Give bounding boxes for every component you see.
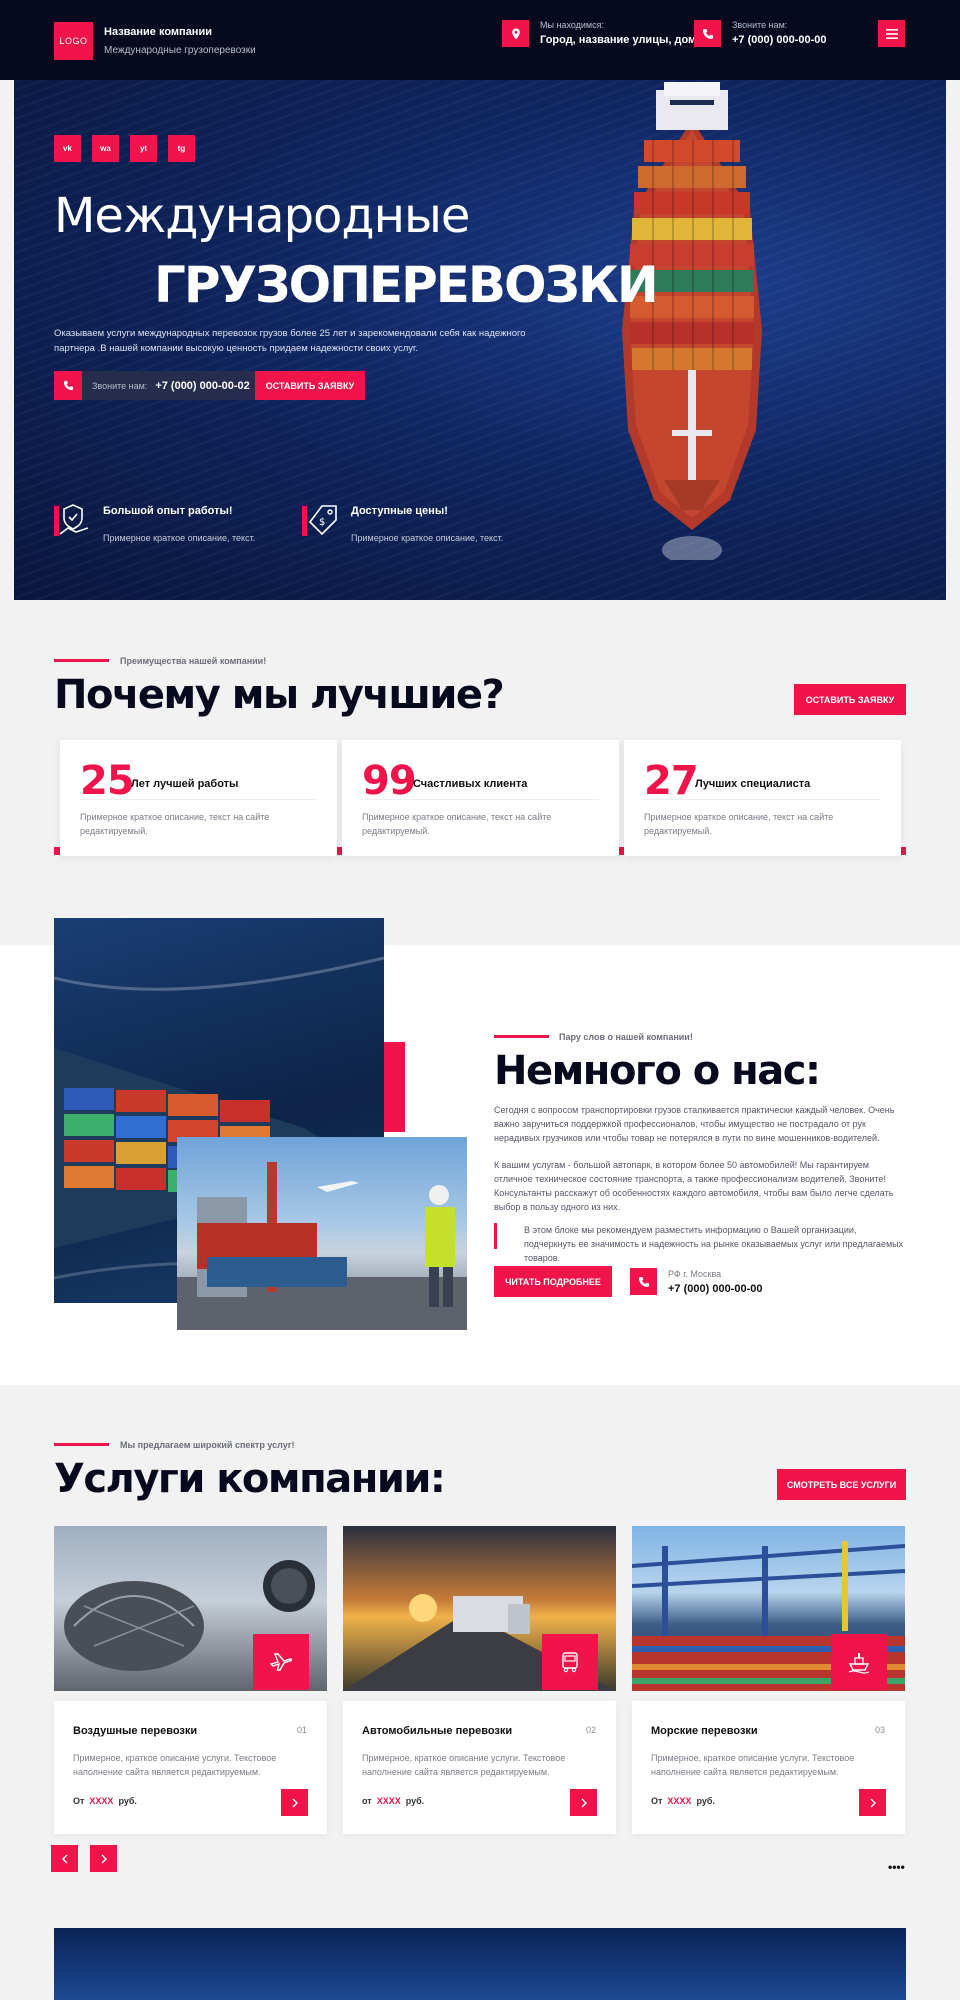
service-desc: Примерное, краткое описание услуги. Текс… xyxy=(73,1753,277,1777)
logo[interactable]: LOGO xyxy=(54,22,93,60)
why-request-button[interactable]: ОСТАВИТЬ ЗАЯВКУ xyxy=(794,684,906,715)
stat-label: Лучших специалиста xyxy=(695,778,811,790)
next-section-image xyxy=(54,1928,906,2000)
telegram-icon[interactable]: tg xyxy=(168,135,195,162)
svg-text:$: $ xyxy=(319,517,325,528)
phone-icon xyxy=(54,371,82,400)
stat-number: 99 xyxy=(362,758,417,804)
location-value: Город, название улицы, дом xyxy=(540,34,697,46)
truck-icon xyxy=(542,1634,598,1690)
service-card[interactable]: Автомобильные перевозки 02 Примерное, кр… xyxy=(343,1701,616,1834)
service-title: Автомобильные перевозки xyxy=(362,1725,513,1737)
hero-call-label: Звоните нам: xyxy=(92,380,148,391)
phone-value[interactable]: +7 (000) 000-00-00 xyxy=(732,34,826,46)
site-header: LOGO Название компании Международные гру… xyxy=(0,0,960,80)
feature-title: Большой опыт работы! xyxy=(103,505,233,517)
read-more-button[interactable]: ЧИТАТЬ ПОДРОБНЕЕ xyxy=(494,1266,612,1297)
service-desc: Примерное, краткое описание услуги. Текс… xyxy=(362,1753,566,1777)
more-dots[interactable]: •••• xyxy=(888,1860,905,1874)
service-title: Морские перевозки xyxy=(651,1725,758,1737)
service-price: От XXXX руб. xyxy=(73,1796,137,1806)
stat-desc: Примерное краткое описание, текст на сай… xyxy=(80,812,270,836)
section-accent-line xyxy=(494,1035,549,1038)
services-subtitle: Мы предлагаем широкий спектр услуг! xyxy=(120,1440,295,1450)
feature-title: Доступные цены! xyxy=(351,505,448,517)
section-accent-line xyxy=(54,1443,109,1446)
about-accent-block xyxy=(384,1042,405,1132)
chevron-right-icon[interactable] xyxy=(570,1789,597,1816)
about-quote: В этом блоке мы рекомендуем разместить и… xyxy=(524,1225,904,1263)
about-phone[interactable]: +7 (000) 000-00-00 xyxy=(668,1283,762,1295)
service-card[interactable]: Воздушные перевозки 01 Примерное, кратко… xyxy=(54,1701,327,1834)
whatsapp-icon[interactable]: wa xyxy=(92,135,119,162)
location-pin-icon xyxy=(502,20,529,47)
chevron-right-icon[interactable] xyxy=(281,1789,308,1816)
about-paragraph: Сегодня с вопросом транспортировки грузо… xyxy=(494,1105,895,1143)
service-card[interactable]: Морские перевозки 03 Примерное, краткое … xyxy=(632,1701,905,1834)
company-subtitle: Международные грузоперевозки xyxy=(104,45,256,56)
phone-icon xyxy=(694,20,721,47)
slider-next-button[interactable] xyxy=(90,1845,117,1872)
phone-label: Звоните нам: xyxy=(732,20,788,30)
stat-card: 25 Лет лучшей работы Примерное краткое о… xyxy=(60,740,337,856)
stat-desc: Примерное краткое описание, текст на сай… xyxy=(362,812,552,836)
services-title: Услуги компании: xyxy=(54,1456,446,1502)
ship-icon xyxy=(831,1634,887,1690)
service-number: 03 xyxy=(874,1725,885,1735)
stat-label: Лет лучшей работы xyxy=(131,778,239,790)
feature-desc: Примерное краткое описание, текст. xyxy=(351,533,504,543)
stat-card: 99 Счастливых клиента Примерное краткое … xyxy=(342,740,619,856)
service-number: 02 xyxy=(585,1725,596,1735)
location-label: Мы находимся: xyxy=(540,20,604,30)
service-title: Воздушные перевозки xyxy=(73,1725,198,1737)
hero-title-line2: ГРУЗОПЕРЕВОЗКИ xyxy=(154,256,659,314)
why-title: Почему мы лучшие? xyxy=(54,672,505,718)
service-desc: Примерное, краткое описание услуги. Текс… xyxy=(651,1753,855,1777)
stat-desc: Примерное краткое описание, текст на сай… xyxy=(644,812,834,836)
company-name: Название компании xyxy=(104,26,212,38)
plane-icon xyxy=(253,1634,309,1690)
price-tag-icon: $ xyxy=(302,505,337,536)
cargo-ship-image xyxy=(622,82,762,560)
stat-number: 27 xyxy=(644,758,699,804)
quote-accent-bar xyxy=(494,1223,497,1249)
chevron-right-icon[interactable] xyxy=(859,1789,886,1816)
phone-icon xyxy=(630,1268,657,1295)
hero-call-number[interactable]: +7 (000) 000-00-02 xyxy=(155,380,249,392)
hero-title-line1: Международные xyxy=(54,188,470,244)
about-paragraph: К вашим услугам - большой автопарк, в ко… xyxy=(494,1160,894,1212)
feature-desc: Примерное краткое описание, текст. xyxy=(103,533,256,543)
shield-hand-icon xyxy=(54,504,89,536)
hero-request-button[interactable]: ОСТАВИТЬ ЗАЯВКУ xyxy=(255,371,365,400)
menu-icon[interactable] xyxy=(878,20,905,47)
why-subtitle: Преимущества нашей компании! xyxy=(120,656,267,666)
about-city: РФ г. Москва xyxy=(668,1269,722,1279)
about-subtitle: Пару слов о нашей компании! xyxy=(559,1032,693,1042)
service-number: 01 xyxy=(296,1725,307,1735)
youtube-icon[interactable]: yt xyxy=(130,135,157,162)
section-accent-line xyxy=(54,659,109,662)
hero-call-box[interactable]: Звоните нам: +7 (000) 000-00-02 xyxy=(54,371,260,400)
stat-label: Счастливых клиента xyxy=(413,778,528,790)
stats-row: 25 Лет лучшей работы Примерное краткое о… xyxy=(54,740,906,862)
service-price: от XXXX руб. xyxy=(362,1796,425,1806)
slider-prev-button[interactable] xyxy=(51,1845,78,1872)
port-worker-image xyxy=(177,1137,467,1330)
stat-card: 27 Лучших специалиста Примерное краткое … xyxy=(624,740,901,856)
all-services-button[interactable]: СМОТРЕТЬ ВСЕ УСЛУГИ xyxy=(777,1469,906,1500)
hero-description: Оказываем услуги международных перевозок… xyxy=(54,328,526,354)
vk-icon[interactable]: vk xyxy=(54,135,81,162)
stat-number: 25 xyxy=(80,758,135,804)
about-title: Немного о нас: xyxy=(494,1048,821,1094)
service-price: От XXXX руб. xyxy=(651,1796,715,1806)
